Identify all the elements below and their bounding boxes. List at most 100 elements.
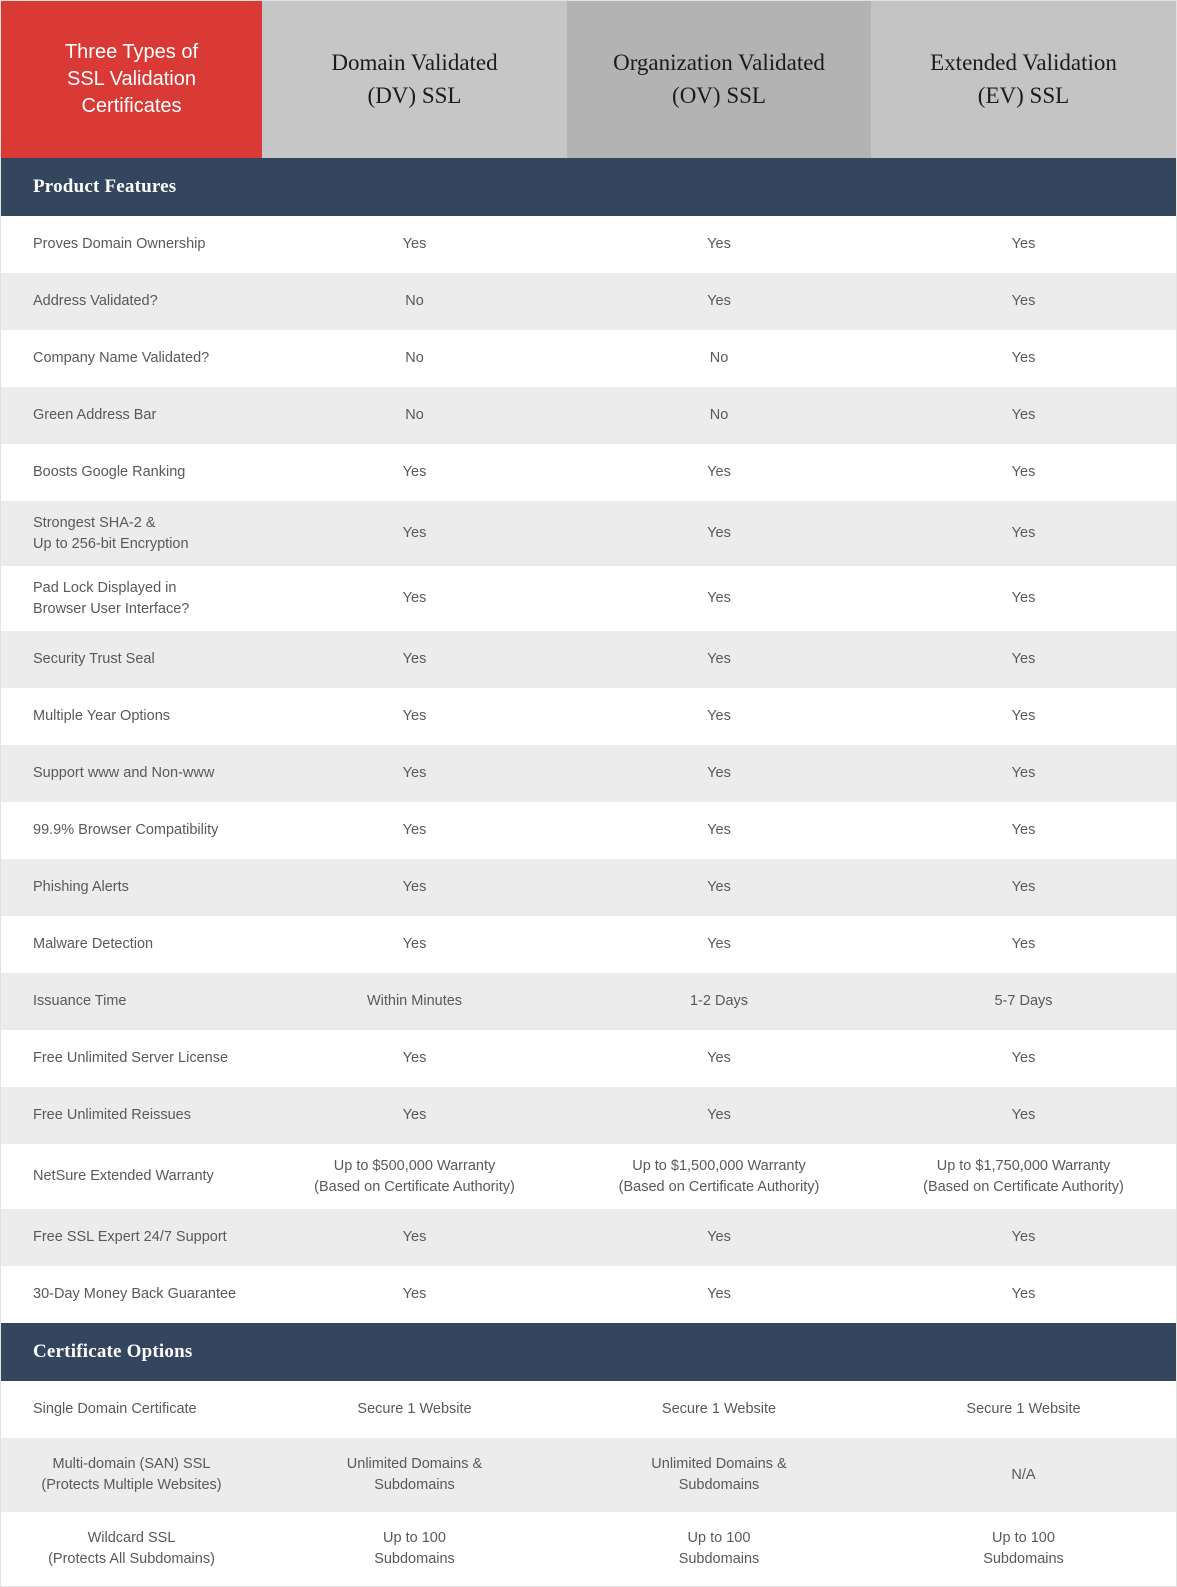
cell-value-text: Yes: [707, 1050, 731, 1067]
cell-value-text: Up to 100 Subdomains: [983, 1530, 1064, 1567]
cell-value-text: Yes: [402, 708, 427, 725]
table-row: Green Address Bar No No Yes: [1, 387, 1176, 444]
cell-value-text: Yes: [1011, 1286, 1036, 1303]
feature-label-text: Security Trust Seal: [33, 651, 155, 668]
cell-value-dv: Yes: [262, 916, 567, 973]
feature-label-text: Address Validated?: [33, 293, 158, 310]
cell-value-ev: Up to $1,750,000 Warranty (Based on Certi…: [871, 1144, 1176, 1209]
cell-value-text: Yes: [402, 525, 427, 542]
cell-value-text: Yes: [707, 1107, 731, 1124]
cell-value-ev: Yes: [871, 802, 1176, 859]
cell-value-ev: Yes: [871, 273, 1176, 330]
cell-value-text: Yes: [1011, 936, 1036, 953]
feature-label-text: Boosts Google Ranking: [33, 464, 186, 481]
feature-label-text: Issuance Time: [33, 993, 127, 1010]
feature-label-text: Phishing Alerts: [33, 879, 129, 896]
cell-value-text: Yes: [1011, 590, 1036, 607]
cell-value-ov: Yes: [567, 444, 871, 501]
table-row: Company Name Validated? No No Yes: [1, 330, 1176, 387]
feature-label-text: 99.9% Browser Compatibility: [33, 822, 219, 839]
cell-value-text: Yes: [402, 651, 427, 668]
cell-value-ov: Up to $1,500,000 Warranty (Based on Certi…: [567, 1144, 871, 1209]
cell-value-ev: Yes: [871, 1030, 1176, 1087]
feature-label: Free Unlimited Reissues: [1, 1087, 262, 1144]
table-row: 30-Day Money Back Guarantee Yes Yes Yes: [1, 1266, 1176, 1323]
feature-label: Security Trust Seal: [1, 631, 262, 688]
cell-value-text: No: [709, 407, 729, 424]
cell-value-ev: Yes: [871, 1087, 1176, 1144]
cell-value-ev: Up to 100 Subdomains: [871, 1512, 1176, 1586]
column-header-ov: Organization Validated (OV) SSL: [567, 1, 871, 158]
cell-value-ov: Yes: [567, 802, 871, 859]
feature-label: Green Address Bar: [1, 387, 262, 444]
cell-value-dv: Yes: [262, 216, 567, 273]
table-row: Security Trust Seal Yes Yes Yes: [1, 631, 1176, 688]
cell-value-text: Yes: [1011, 1050, 1036, 1067]
table-row: Phishing Alerts Yes Yes Yes: [1, 859, 1176, 916]
feature-label: Free SSL Expert 24/7 Support: [1, 1209, 262, 1266]
cell-value-ev: Yes: [871, 501, 1176, 566]
feature-label: Proves Domain Ownership: [1, 216, 262, 273]
section-header-1: Product Features: [1, 158, 1176, 216]
feature-label: Address Validated?: [1, 273, 262, 330]
cell-value-ov: 1-2 Days: [567, 973, 871, 1030]
cell-value-dv: Yes: [262, 1030, 567, 1087]
table-row: Proves Domain Ownership Yes Yes Yes: [1, 216, 1176, 273]
cell-value-text: Yes: [707, 464, 731, 481]
cell-value-text: Yes: [1011, 879, 1036, 896]
feature-label: Support www and Non-www: [1, 745, 262, 802]
table-row: Single Domain Certificate Secure 1 Websit…: [1, 1381, 1176, 1438]
feature-label: Multiple Year Options: [1, 688, 262, 745]
cell-value-dv: Yes: [262, 566, 567, 631]
cell-value-text: Yes: [402, 879, 427, 896]
feature-label-text: Multiple Year Options: [33, 708, 171, 725]
cell-value-ov: Yes: [567, 1209, 871, 1266]
cell-value-ov: No: [567, 387, 871, 444]
cell-value-ov: Yes: [567, 916, 871, 973]
feature-label: Phishing Alerts: [1, 859, 262, 916]
cell-value-text: No: [405, 407, 424, 424]
cell-value-text: Yes: [1011, 525, 1036, 542]
cell-value-text: Up to 100 Subdomains: [678, 1530, 760, 1567]
feature-label: Single Domain Certificate: [1, 1381, 262, 1438]
cell-value-text: Yes: [1011, 407, 1036, 424]
cell-value-ev: Yes: [871, 1266, 1176, 1323]
cell-value-ov: Yes: [567, 631, 871, 688]
table-row: Free SSL Expert 24/7 Support Yes Yes Yes: [1, 1209, 1176, 1266]
table-row: Free Unlimited Server License Yes Yes Yes: [1, 1030, 1176, 1087]
table-body: Product Features Proves Domain Ownership Y…: [1, 158, 1176, 1586]
cell-value-text: Yes: [707, 590, 731, 607]
cell-value-text: Yes: [707, 1286, 731, 1303]
cell-value-dv: Up to $500,000 Warranty (Based on Certifi…: [262, 1144, 567, 1209]
cell-value-text: Yes: [402, 765, 427, 782]
feature-label-text: Free Unlimited Reissues: [33, 1107, 191, 1124]
column-header-dv: Domain Validated (DV) SSL: [262, 1, 567, 158]
section-header-label: Product Features: [33, 176, 177, 197]
feature-label: Boosts Google Ranking: [1, 444, 262, 501]
cell-value-dv: Yes: [262, 745, 567, 802]
table-row: Multiple Year Options Yes Yes Yes: [1, 688, 1176, 745]
cell-value-ov: Yes: [567, 688, 871, 745]
cell-value-ov: Yes: [567, 566, 871, 631]
cell-value-ov: Yes: [567, 1030, 871, 1087]
cell-value-text: Up to $1,500,000 Warranty (Based on Certi…: [618, 1157, 820, 1195]
table-row: 99.9% Browser Compatibility Yes Yes Yes: [1, 802, 1176, 859]
feature-label: NetSure Extended Warranty: [1, 1144, 262, 1209]
feature-label-text: Free SSL Expert 24/7 Support: [33, 1229, 227, 1246]
cell-value-ov: Secure 1 Website: [567, 1381, 871, 1438]
cell-value-dv: Yes: [262, 802, 567, 859]
feature-label-text: Proves Domain Ownership: [33, 236, 206, 253]
feature-label: 99.9% Browser Compatibility: [1, 802, 262, 859]
cell-value-dv: Yes: [262, 1266, 567, 1323]
table-row: Multi-domain (SAN) SSL (Protects Multiple…: [1, 1438, 1176, 1512]
cell-value-ev: Yes: [871, 1209, 1176, 1266]
cell-value-dv: Yes: [262, 859, 567, 916]
feature-label: Malware Detection: [1, 916, 262, 973]
cell-value-text: N/A: [1011, 1466, 1036, 1483]
cell-value-text: Yes: [402, 1107, 427, 1124]
feature-label-text: Multi-domain (SAN) SSL (Protects Multiple…: [41, 1456, 222, 1493]
table-row: Pad Lock Displayed in Browser User Interf…: [1, 566, 1176, 631]
cell-value-text: Yes: [402, 1050, 427, 1067]
cell-value-text: Yes: [1011, 293, 1036, 310]
cell-value-ov: Yes: [567, 745, 871, 802]
